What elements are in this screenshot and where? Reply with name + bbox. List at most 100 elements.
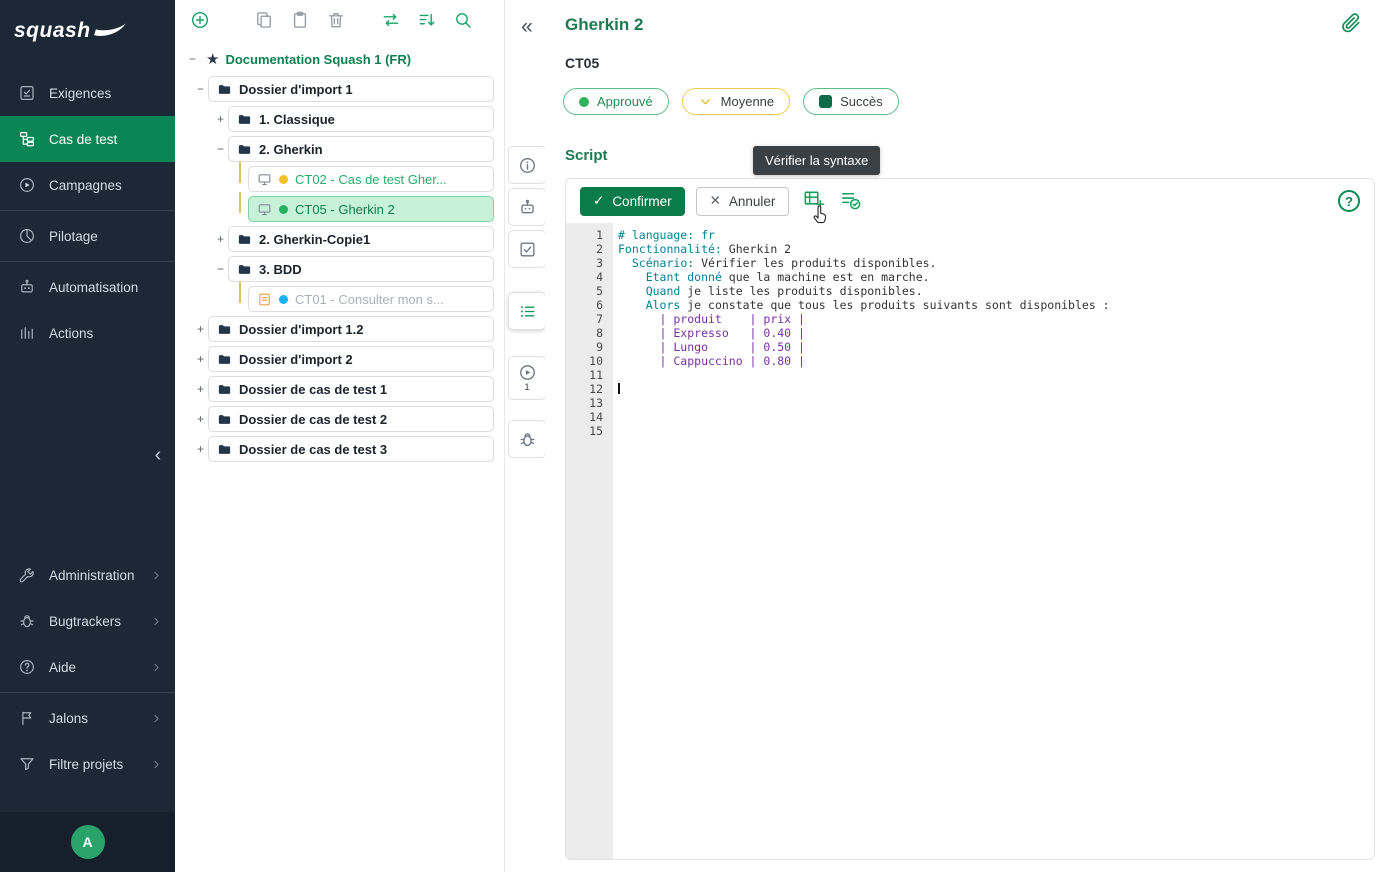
- tree-node[interactable]: +1. Classique: [213, 106, 494, 132]
- status-badge[interactable]: Approuvé: [563, 88, 669, 115]
- copy-button[interactable]: [253, 9, 275, 31]
- code-segment: je liste les produits disponibles.: [680, 284, 922, 298]
- plus-toggle[interactable]: +: [213, 233, 228, 245]
- code-line[interactable]: Fonctionnalité: Gherkin 2: [618, 242, 1374, 256]
- collapse-panel-button[interactable]: «: [513, 12, 541, 40]
- sidebar-item-administration[interactable]: Administration: [0, 552, 175, 598]
- tree-node-label: Dossier de cas de test 2: [239, 412, 387, 427]
- squash-logo[interactable]: squash: [0, 0, 175, 62]
- sort-button[interactable]: [416, 9, 438, 31]
- minus-toggle[interactable]: −: [213, 263, 228, 275]
- code-line[interactable]: Quand je liste les produits disponibles.: [618, 284, 1374, 298]
- mouse-pointer-cursor: [810, 203, 831, 227]
- search-button[interactable]: [452, 9, 474, 31]
- sidebar-item-automatisation[interactable]: Automatisation: [0, 264, 175, 310]
- help-button[interactable]: ?: [1338, 190, 1360, 212]
- code-line[interactable]: | Cappuccino | 0.80 |: [618, 354, 1374, 368]
- tree-node-box[interactable]: CT02 - Cas de test Gher...: [248, 166, 494, 192]
- code-line[interactable]: | produit | prix |: [618, 312, 1374, 326]
- check-syntax-button[interactable]: [837, 188, 863, 214]
- tab-automation[interactable]: [508, 188, 546, 226]
- sidebar-item-exigences[interactable]: Exigences: [0, 70, 175, 116]
- tree-node[interactable]: +Dossier d'import 1.2: [193, 316, 494, 342]
- code-lines[interactable]: # language: frFonctionnalité: Gherkin 2 …: [613, 223, 1374, 859]
- tab-executions[interactable]: 1: [508, 356, 546, 400]
- tree-node-box[interactable]: 2. Gherkin-Copie1: [228, 226, 494, 252]
- sidebar-item-pilotage[interactable]: Pilotage: [0, 213, 175, 259]
- minus-toggle[interactable]: −: [213, 143, 228, 155]
- plus-toggle[interactable]: +: [193, 413, 208, 425]
- paste-button[interactable]: [289, 9, 311, 31]
- tree-node-box[interactable]: CT05 - Gherkin 2: [248, 196, 494, 222]
- code-line[interactable]: Alors je constate que tous les produits …: [618, 298, 1374, 312]
- sidebar-item-bugtrackers[interactable]: Bugtrackers: [0, 598, 175, 644]
- tree-node[interactable]: +Dossier de cas de test 3: [193, 436, 494, 462]
- sidebar-item-label: Filtre projets: [49, 757, 123, 772]
- tree-node[interactable]: −3. BDD: [213, 256, 494, 282]
- code-line[interactable]: [618, 382, 1374, 396]
- minus-toggle[interactable]: −: [185, 53, 200, 65]
- tree-node-box[interactable]: Dossier de cas de test 3: [208, 436, 494, 462]
- sidebar-item-aide[interactable]: Aide: [0, 644, 175, 690]
- importance-badge[interactable]: Moyenne: [682, 88, 790, 115]
- confirm-button[interactable]: ✓ Confirmer: [580, 187, 685, 216]
- test-case-library-panel: − ★ Documentation Squash 1 (FR) −Dossier…: [175, 0, 505, 872]
- attachments-button[interactable]: [1338, 11, 1364, 37]
- tree-node-box[interactable]: CT01 - Consulter mon s...: [248, 286, 494, 312]
- gherkin-editor[interactable]: 123456789101112131415 # language: frFonc…: [566, 223, 1374, 859]
- code-line[interactable]: Scénario: Vérifier les produits disponib…: [618, 256, 1374, 270]
- tab-issues[interactable]: [508, 420, 546, 458]
- tree-node[interactable]: CT01 - Consulter mon s...: [233, 286, 494, 312]
- import-export-button[interactable]: [380, 9, 402, 31]
- code-line[interactable]: # language: fr: [618, 228, 1374, 242]
- line-number: 2: [566, 242, 603, 256]
- code-line[interactable]: [618, 368, 1374, 382]
- tree-node[interactable]: CT05 - Gherkin 2: [233, 196, 494, 222]
- sidebar-item-cas-de-test[interactable]: Cas de test: [0, 116, 175, 162]
- create-button[interactable]: [189, 9, 211, 31]
- sidebar-item-actions[interactable]: Actions: [0, 310, 175, 356]
- execution-result-badge[interactable]: Succès: [803, 88, 899, 115]
- tree-node-box[interactable]: Dossier de cas de test 1: [208, 376, 494, 402]
- sidebar-collapse-button[interactable]: ‹: [147, 442, 169, 468]
- tree-node-box[interactable]: Dossier d'import 1.2: [208, 316, 494, 342]
- check-square-icon: [518, 240, 537, 259]
- plus-toggle[interactable]: +: [193, 323, 208, 335]
- tab-verification[interactable]: [508, 230, 546, 268]
- tree-project-row[interactable]: − ★ Documentation Squash 1 (FR): [185, 46, 494, 72]
- code-line[interactable]: [618, 410, 1374, 424]
- tree-node-box[interactable]: 1. Classique: [228, 106, 494, 132]
- code-line[interactable]: | Lungo | 0.50 |: [618, 340, 1374, 354]
- minus-toggle[interactable]: −: [193, 83, 208, 95]
- code-line[interactable]: | Expresso | 0.40 |: [618, 326, 1374, 340]
- sidebar-item-campagnes[interactable]: Campagnes: [0, 162, 175, 208]
- tree-node[interactable]: +Dossier de cas de test 1: [193, 376, 494, 402]
- tree-node[interactable]: −Dossier d'import 1: [193, 76, 494, 102]
- tree-node[interactable]: + Dossier de cas de test 2: [193, 406, 494, 432]
- delete-button[interactable]: [325, 9, 347, 31]
- tree-node-box[interactable]: Dossier de cas de test 2: [208, 406, 494, 432]
- folder-icon: [217, 442, 232, 457]
- tree-node-box[interactable]: 3. BDD: [228, 256, 494, 282]
- tree-node-box[interactable]: Dossier d'import 1: [208, 76, 494, 102]
- sidebar-item-filtre-projets[interactable]: Filtre projets: [0, 741, 175, 787]
- user-avatar[interactable]: A: [71, 825, 105, 859]
- plus-toggle[interactable]: +: [193, 443, 208, 455]
- code-line[interactable]: [618, 396, 1374, 410]
- tree-node[interactable]: CT02 - Cas de test Gher...: [233, 166, 494, 192]
- tab-information[interactable]: [508, 146, 546, 184]
- tree-node-box[interactable]: Dossier d'import 2: [208, 346, 494, 372]
- cancel-button[interactable]: ✕ Annuler: [696, 187, 790, 216]
- tree-node[interactable]: +Dossier d'import 2: [193, 346, 494, 372]
- plus-toggle[interactable]: +: [193, 353, 208, 365]
- code-line[interactable]: Etant donné que la machine est en marche…: [618, 270, 1374, 284]
- plus-toggle[interactable]: +: [213, 113, 228, 125]
- tree-node[interactable]: −2. Gherkin: [213, 136, 494, 162]
- plus-toggle[interactable]: +: [193, 383, 208, 395]
- sidebar-item-jalons[interactable]: Jalons: [0, 695, 175, 741]
- code-line[interactable]: [618, 424, 1374, 438]
- line-number: 8: [566, 326, 603, 340]
- tab-script[interactable]: [508, 292, 546, 330]
- tree-node[interactable]: +2. Gherkin-Copie1: [213, 226, 494, 252]
- tree-node-box[interactable]: 2. Gherkin: [228, 136, 494, 162]
